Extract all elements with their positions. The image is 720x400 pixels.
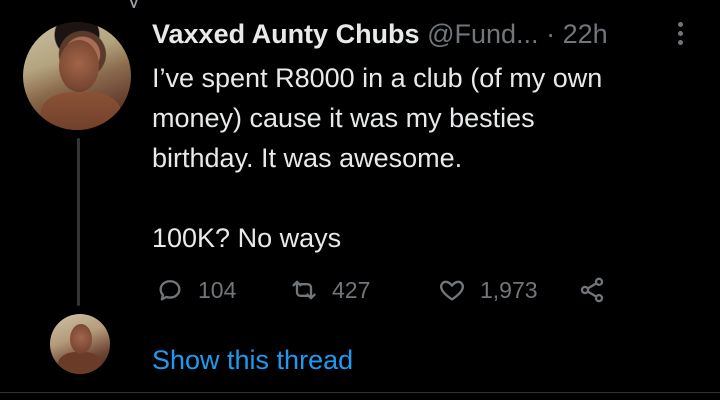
tweet-text: I’ve spent R8000 in a club (of my own mo… bbox=[152, 58, 692, 258]
thread-connector-line bbox=[77, 138, 80, 306]
user-handle[interactable]: @Fund... bbox=[427, 19, 538, 49]
tweet-text-line: 100K? No ways bbox=[152, 223, 342, 253]
share-icon bbox=[580, 277, 604, 303]
tweet-text-line: money) cause it was my besties bbox=[152, 103, 535, 133]
tweet-timestamp[interactable]: 22h bbox=[563, 19, 608, 49]
like-count: 1,973 bbox=[480, 276, 538, 303]
show-thread-link[interactable]: Show this thread bbox=[152, 340, 353, 380]
reply-button[interactable]: 104 bbox=[156, 268, 236, 312]
tweet-text-line: I’ve spent R8000 in a club (of my own bbox=[152, 63, 603, 93]
tweet-divider bbox=[0, 392, 720, 393]
tweet-actions-bar: 104 427 1,973 bbox=[152, 268, 672, 312]
retweet-count: 427 bbox=[332, 276, 371, 303]
tweet-text-line: birthday. It was awesome. bbox=[152, 143, 463, 173]
display-name[interactable]: Vaxxed Aunty Chubs bbox=[152, 19, 420, 49]
more-options-icon[interactable] bbox=[672, 18, 688, 50]
thread-avatar[interactable] bbox=[50, 314, 110, 374]
heart-icon bbox=[440, 280, 464, 301]
author-avatar[interactable] bbox=[23, 22, 131, 130]
header-separator: · bbox=[546, 19, 556, 49]
tweet-header: Vaxxed Aunty Chubs @Fund... · 22h bbox=[152, 14, 672, 54]
like-button[interactable]: 1,973 bbox=[438, 268, 538, 312]
previous-tweet-fragment: _y_ bbox=[0, 0, 720, 8]
retweet-icon bbox=[292, 280, 316, 300]
reply-count: 104 bbox=[198, 276, 237, 303]
previous-tweet-text: _y_ bbox=[115, 0, 153, 8]
reply-icon bbox=[159, 280, 181, 301]
retweet-button[interactable]: 427 bbox=[290, 268, 370, 312]
share-button[interactable] bbox=[578, 268, 606, 312]
